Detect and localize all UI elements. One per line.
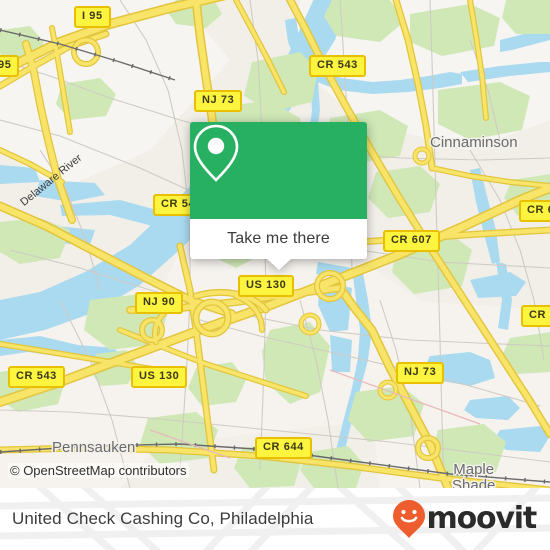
road-shield-cr-7-right: CR 7 [521,305,550,327]
road-shield-cr-607: CR 607 [383,230,440,252]
place-label-pennsauken: Pennsauken [52,439,136,456]
road-shield-i-95: I 95 [74,6,111,28]
card-action-area[interactable]: Take me there [190,219,367,270]
moovit-map-screenshot: Delaware River Cinnaminson Pennsauken Ma… [0,0,550,550]
location-popup-card[interactable]: Take me there [190,122,367,270]
bottom-info-bar: United Check Cashing Co, Philadelphia mo… [0,488,550,550]
road-shield-nj-90: NJ 90 [135,292,184,314]
road-shield-us-130-center: US 130 [238,275,295,297]
moovit-pin-smiley-icon [392,500,425,538]
take-me-there-label: Take me there [227,230,330,247]
card-pointer-tail [266,259,291,270]
moovit-wordmark: moovit [426,501,538,536]
map-canvas[interactable]: Delaware River Cinnaminson Pennsauken Ma… [0,0,550,488]
road-shield-nj-73-bottom: NJ 73 [396,362,445,384]
road-shield-95-clipped: 95 [0,55,20,77]
road-shield-cr-644: CR 644 [255,437,312,459]
road-shield-cr-543-top: CR 543 [309,55,366,77]
map-pin-icon [193,124,239,182]
road-shield-us-130-bottom: US 130 [131,366,188,388]
road-shield-nj-73-top: NJ 73 [194,90,243,112]
venue-title: United Check Cashing Co, Philadelphia [12,509,314,528]
road-shield-cr-6-right-top: CR 6 [519,200,550,222]
moovit-brand[interactable]: moovit [392,499,538,539]
place-label-maple-shade: Maple Shade [452,461,496,488]
place-label-cinnaminson: Cinnaminson [430,134,518,151]
osm-attribution[interactable]: © OpenStreetMap contributors [8,463,189,478]
road-shield-cr-543-bottom: CR 543 [8,366,65,388]
card-icon-area [190,122,367,219]
